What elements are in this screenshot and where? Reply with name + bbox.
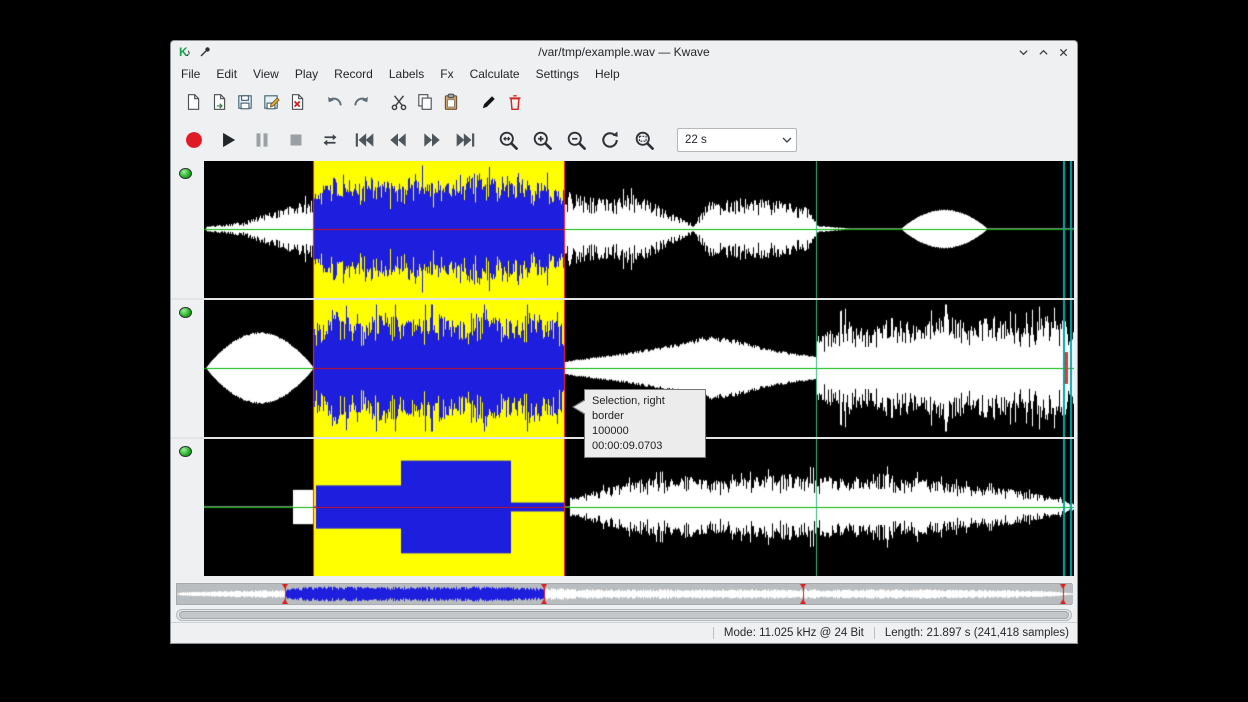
- undo-button[interactable]: [323, 90, 347, 114]
- maximize-button[interactable]: [1037, 46, 1049, 58]
- track-2-controls: [171, 300, 204, 437]
- menu-fx[interactable]: Fx: [432, 64, 461, 84]
- menu-help[interactable]: Help: [587, 64, 628, 84]
- file-close-button[interactable]: [285, 90, 309, 114]
- track-3-enable-led[interactable]: [179, 446, 192, 457]
- statusbar: Mode: 11.025 kHz @ 24 Bit Length: 21.897…: [171, 622, 1077, 643]
- zoom-in-button[interactable]: [527, 125, 557, 155]
- menu-settings[interactable]: Settings: [528, 64, 587, 84]
- zoom-out-button[interactable]: [561, 125, 591, 155]
- menu-view[interactable]: View: [245, 64, 287, 84]
- window-title: /var/tmp/example.wav — Kwave: [171, 45, 1077, 59]
- kwave-app-icon: K♪: [179, 46, 191, 59]
- loop-button[interactable]: [315, 125, 345, 155]
- zoom-original-button[interactable]: [595, 125, 625, 155]
- menu-calculate[interactable]: Calculate: [462, 64, 528, 84]
- menu-edit[interactable]: Edit: [208, 64, 245, 84]
- pin-icon[interactable]: [199, 46, 211, 58]
- menu-play[interactable]: Play: [287, 64, 326, 84]
- redo-button[interactable]: [349, 90, 373, 114]
- track-row-3: [171, 439, 1077, 576]
- tooltip-time: 00:00:09.0703: [592, 439, 698, 454]
- chevron-down-icon: [778, 137, 796, 144]
- track-1-controls: [171, 161, 204, 298]
- menubar: File Edit View Play Record Labels Fx Cal…: [171, 63, 1077, 85]
- horizontal-scrollbar[interactable]: [176, 609, 1072, 621]
- file-open-button[interactable]: [207, 90, 231, 114]
- delete-button[interactable]: [503, 90, 527, 114]
- file-new-button[interactable]: [181, 90, 205, 114]
- skip-last-button[interactable]: [451, 125, 481, 155]
- tooltip-title: Selection, right border: [592, 394, 698, 424]
- zoom-level-select[interactable]: 22 s: [677, 128, 797, 152]
- stop-button[interactable]: [281, 125, 311, 155]
- copy-button[interactable]: [413, 90, 437, 114]
- transport-toolbar: 22 s: [171, 119, 1077, 161]
- overview-container: [176, 583, 1072, 605]
- close-button[interactable]: [1057, 46, 1069, 58]
- selection-tooltip: Selection, right border 100000 00:00:09.…: [584, 389, 706, 458]
- menu-labels[interactable]: Labels: [381, 64, 432, 84]
- desktop-background: K♪ /var/tmp/example.wav — Kwave File: [0, 0, 1248, 702]
- seek-back-button[interactable]: [383, 125, 413, 155]
- status-length: Length: 21.897 s (241,418 samples): [885, 627, 1069, 639]
- play-button[interactable]: [213, 125, 243, 155]
- skip-first-button[interactable]: [349, 125, 379, 155]
- file-save-button[interactable]: [233, 90, 257, 114]
- file-toolbar: [171, 85, 1077, 119]
- erase-pen-button[interactable]: [477, 90, 501, 114]
- tooltip-samples: 100000: [592, 424, 698, 439]
- file-save-as-button[interactable]: [259, 90, 283, 114]
- zoom-level-value: 22 s: [678, 134, 778, 146]
- zoom-all-button[interactable]: [629, 125, 659, 155]
- zoom-selection-button[interactable]: [493, 125, 523, 155]
- track-row-1: [171, 161, 1077, 298]
- menu-record[interactable]: Record: [326, 64, 381, 84]
- track-3-waveform[interactable]: [204, 439, 1074, 576]
- track-1-waveform[interactable]: [204, 161, 1074, 298]
- paste-button[interactable]: [439, 90, 463, 114]
- track-3-controls: [171, 439, 204, 576]
- record-button[interactable]: [179, 125, 209, 155]
- signal-view: Selection, right border 100000 00:00:09.…: [171, 161, 1077, 580]
- scrollbar-handle[interactable]: [179, 611, 1069, 619]
- titlebar[interactable]: K♪ /var/tmp/example.wav — Kwave: [171, 41, 1077, 63]
- menu-file[interactable]: File: [173, 64, 208, 84]
- track-2-enable-led[interactable]: [179, 307, 192, 318]
- overview-bar[interactable]: [177, 584, 1073, 604]
- minimize-button[interactable]: [1017, 46, 1029, 58]
- kwave-window: K♪ /var/tmp/example.wav — Kwave File: [170, 40, 1078, 644]
- status-mode: Mode: 11.025 kHz @ 24 Bit: [724, 627, 864, 639]
- cut-button[interactable]: [387, 90, 411, 114]
- track-1-enable-led[interactable]: [179, 168, 192, 179]
- pause-button[interactable]: [247, 125, 277, 155]
- seek-forward-button[interactable]: [417, 125, 447, 155]
